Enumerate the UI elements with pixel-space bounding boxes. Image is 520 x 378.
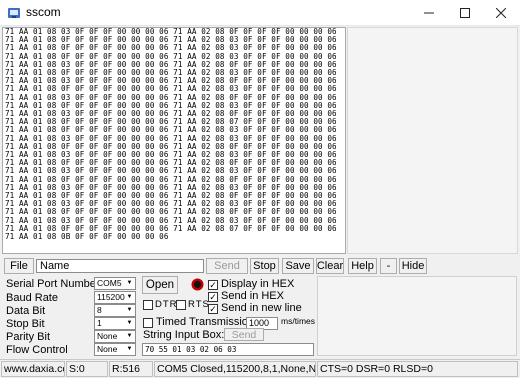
open-port-button[interactable]: Open — [142, 276, 178, 294]
flow-control-value: None — [97, 344, 118, 354]
minimize-button[interactable] — [412, 0, 446, 26]
chevron-down-icon: ▼ — [126, 280, 133, 286]
chevron-down-icon: ▼ — [126, 346, 133, 352]
display-hex-checkbox[interactable]: ✓ — [208, 280, 218, 290]
help-button[interactable]: Help — [348, 258, 377, 274]
baud-rate-select[interactable]: 115200 ▼ — [94, 291, 136, 304]
flow-control-select[interactable]: None ▼ — [94, 343, 136, 356]
send-file-button[interactable]: Send — [206, 258, 248, 274]
parity-bit-label: Parity Bit — [6, 331, 51, 343]
send-newline-label: Send in new line — [221, 302, 302, 314]
display-hex-label: Display in HEX — [221, 278, 295, 290]
hide-button[interactable]: Hide — [399, 258, 427, 274]
rts-label: RTS — [188, 299, 210, 310]
serial-port-value: COM5 — [97, 278, 122, 288]
stop-bit-label: Stop Bit — [6, 318, 45, 330]
timed-transmission-checkbox[interactable] — [143, 318, 153, 328]
receive-text: 71 AA 01 08 03 0F 0F 0F 00 00 00 06 71 A… — [3, 28, 345, 241]
parity-bit-value: None — [97, 331, 118, 341]
chevron-down-icon: ▼ — [126, 320, 133, 326]
serial-port-select[interactable]: COM5 ▼ — [94, 277, 136, 290]
file-name-field[interactable]: Name — [36, 259, 204, 273]
stop-bit-select[interactable]: 1 ▼ — [94, 317, 136, 330]
website-link[interactable]: www.daxia.cor — [1, 361, 65, 377]
maximize-button[interactable] — [448, 0, 482, 26]
chevron-down-icon: ▼ — [126, 333, 133, 339]
data-bit-select[interactable]: 8 ▼ — [94, 304, 136, 317]
data-bit-label: Data Bit — [6, 305, 46, 317]
receive-line: 71 AA 01 08 0B 0F 0F 0F 00 00 00 06 — [5, 232, 169, 242]
stop-button[interactable]: Stop — [250, 258, 279, 274]
parity-bit-select[interactable]: None ▼ — [94, 330, 136, 343]
send-hex-label: Send in HEX — [221, 290, 284, 302]
received-count: R:516 — [109, 361, 153, 377]
close-icon — [496, 8, 506, 18]
rts-checkbox[interactable] — [176, 300, 186, 310]
data-bit-value: 8 — [97, 305, 102, 315]
send-input[interactable]: 70 55 01 03 02 06 03 — [142, 343, 314, 356]
status-bar: www.daxia.cor S:0 R:516 COM5 Closed,1152… — [0, 359, 520, 378]
title-bar: sscom — [0, 0, 520, 26]
line-status-text: CTS=0 DSR=0 RLSD=0 — [317, 361, 518, 377]
close-button[interactable] — [484, 0, 518, 26]
baud-rate-value: 115200 — [97, 292, 125, 302]
file-button[interactable]: File — [4, 258, 34, 274]
side-panel — [347, 27, 518, 254]
port-status-text: COM5 Closed,115200,8,1,None,None — [154, 361, 316, 377]
send-side-panel — [317, 276, 517, 356]
dtr-label: DTR — [155, 299, 178, 310]
string-input-label: String Input Box: — [143, 329, 225, 341]
dtr-checkbox[interactable] — [143, 300, 153, 310]
port-status-icon — [191, 278, 204, 291]
app-icon — [8, 8, 20, 18]
serial-port-label: Serial Port Number — [6, 278, 100, 290]
send-hex-checkbox[interactable]: ✓ — [208, 292, 218, 302]
save-button[interactable]: Save — [282, 258, 314, 274]
minus-button[interactable]: - — [380, 258, 397, 274]
timed-transmission-label: Timed Transmission — [156, 316, 255, 328]
window-title: sscom — [26, 5, 61, 19]
send-newline-checkbox[interactable]: ✓ — [208, 304, 218, 314]
sent-count: S:0 — [66, 361, 108, 377]
chevron-down-icon: ▼ — [126, 307, 133, 313]
receive-textarea[interactable]: 71 AA 01 08 03 0F 0F 0F 00 00 00 06 71 A… — [2, 27, 346, 254]
baud-rate-label: Baud Rate — [6, 292, 58, 304]
send-string-button[interactable]: Send — [224, 328, 264, 341]
clear-button[interactable]: Clear — [316, 258, 344, 274]
interval-unit-label: ms/times — [281, 316, 315, 326]
minimize-icon — [424, 12, 434, 14]
maximize-icon — [460, 8, 470, 18]
stop-bit-value: 1 — [97, 318, 102, 328]
port-indicator-dot — [193, 280, 202, 289]
chevron-down-icon: ▼ — [126, 294, 133, 300]
flow-control-label: Flow Control — [6, 344, 68, 356]
